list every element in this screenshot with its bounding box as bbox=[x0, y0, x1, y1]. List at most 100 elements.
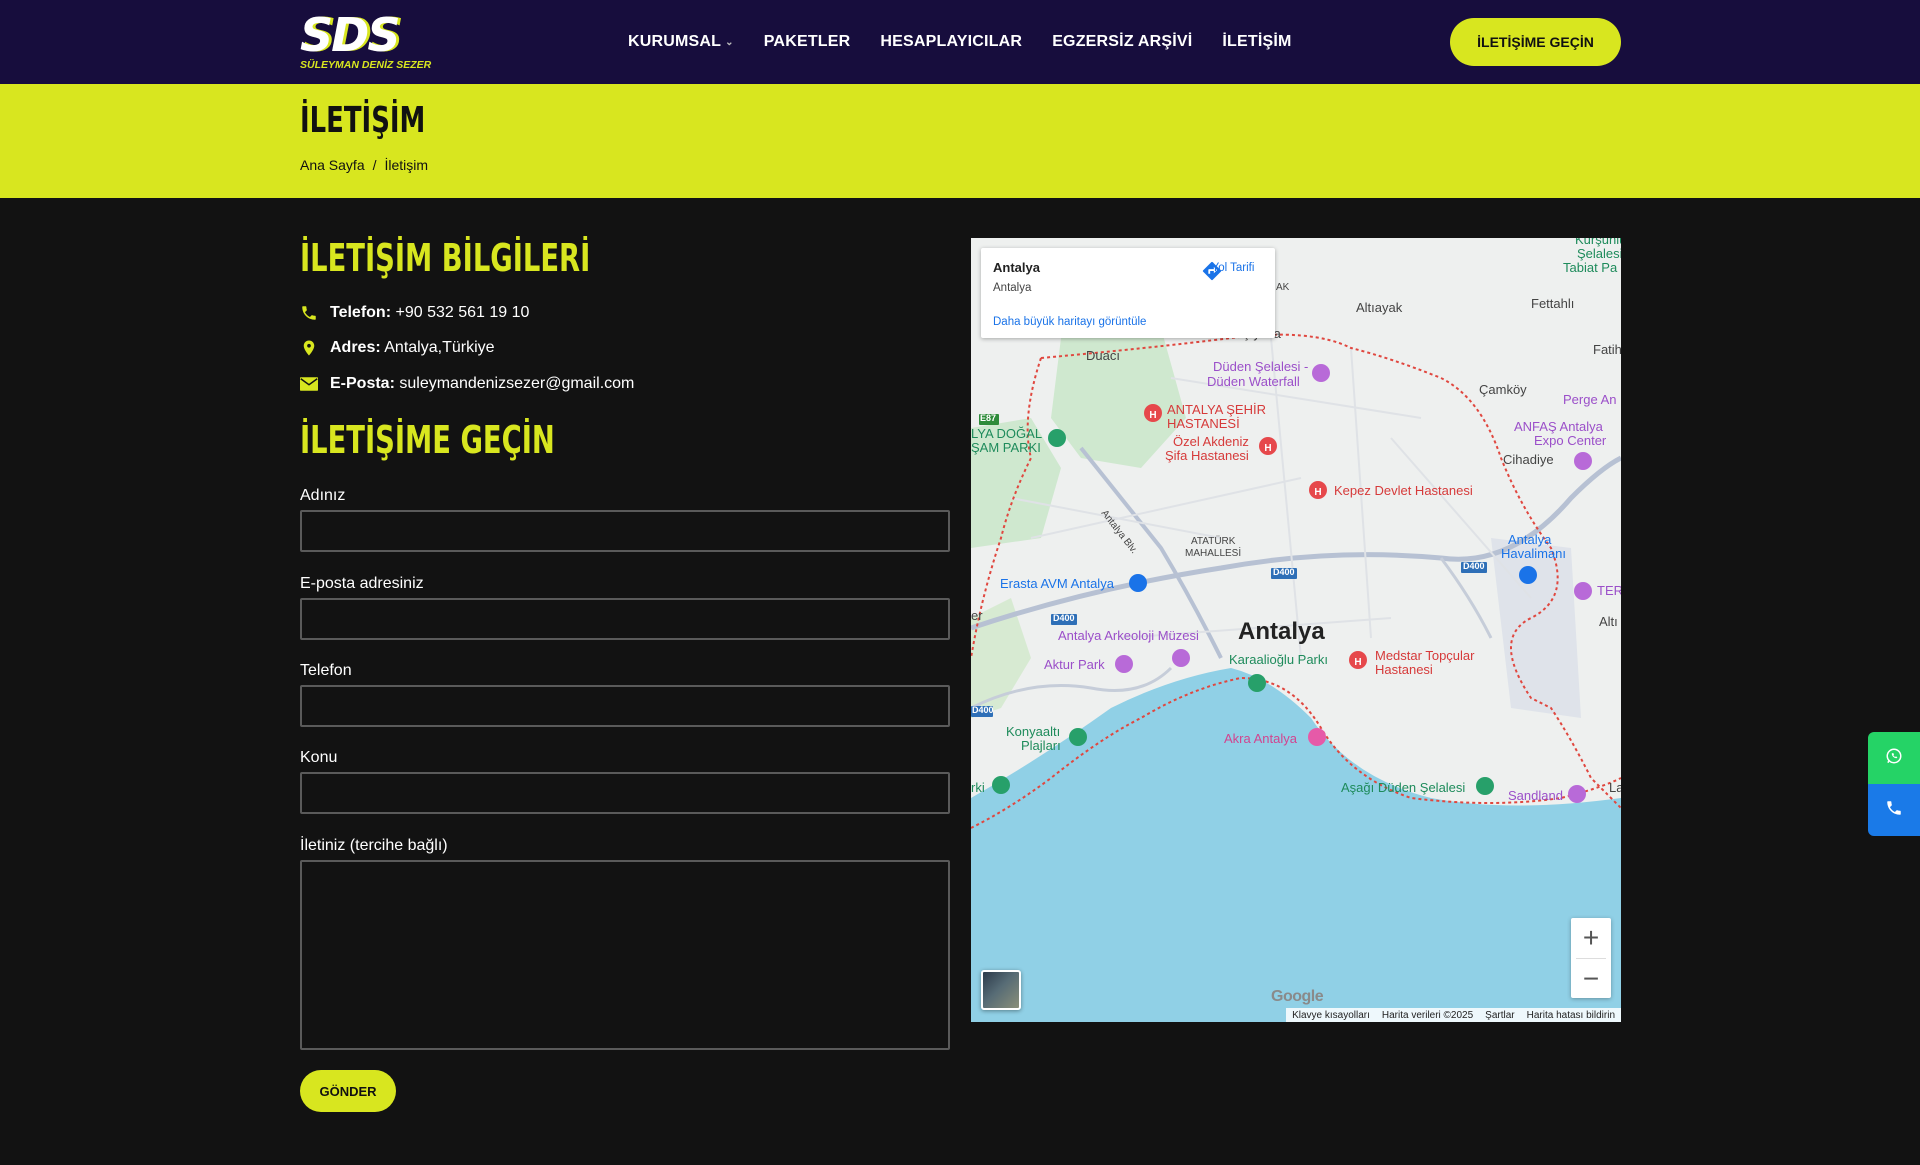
page-title: İLETİŞİM bbox=[300, 100, 426, 141]
contact-address-row: Adres: Antalya,Türkiye bbox=[300, 339, 495, 357]
nav-item-label: KURUMSAL bbox=[628, 33, 722, 50]
map-place-subtitle: Antalya bbox=[993, 282, 1032, 294]
header-contact-button[interactable]: İLETİŞİME GEÇİN bbox=[1450, 18, 1621, 66]
logo-subtitle: SÜLEYMAN DENİZ SEZER bbox=[300, 59, 432, 71]
address-label: Adres: bbox=[330, 339, 381, 356]
map-label: Fettahlı bbox=[1531, 296, 1575, 311]
map-place-title: Antalya bbox=[993, 260, 1040, 275]
phone-icon bbox=[300, 304, 318, 322]
phone-icon bbox=[1885, 799, 1903, 822]
map-label: ANTALYA ŞEHİR bbox=[1167, 402, 1266, 417]
submit-button[interactable]: GÖNDER bbox=[300, 1070, 396, 1112]
nav-item-kurumsal[interactable]: KURUMSAL ⌄ bbox=[628, 33, 734, 51]
zoom-out-button[interactable]: − bbox=[1571, 959, 1611, 999]
map-label: Altıayak bbox=[1356, 300, 1403, 315]
map-label: Konyaaltı bbox=[1006, 724, 1061, 739]
map-label: Antalya bbox=[1508, 532, 1552, 547]
email-label: E-Posta: bbox=[330, 375, 395, 392]
phone-label: Telefon: bbox=[330, 304, 392, 321]
map-label: ŞAM PARKI bbox=[971, 440, 1041, 455]
nav-item-paketler[interactable]: PAKETLER bbox=[764, 33, 851, 51]
nav-item-label: HESAPLAYICILAR bbox=[880, 33, 1023, 50]
road-label: D400 bbox=[972, 705, 994, 715]
location-pin-icon bbox=[300, 339, 318, 357]
chevron-down-icon: ⌄ bbox=[725, 36, 734, 48]
larger-map-link[interactable]: Daha büyük haritayı görüntüle bbox=[993, 316, 1146, 328]
map-data-attribution: Harita verileri ©2025 bbox=[1381, 1009, 1474, 1021]
report-map-error-link[interactable]: Harita hatası bildirin bbox=[1527, 1010, 1615, 1021]
map-label: Fatih bbox=[1593, 342, 1621, 357]
map-label: LYA DOĞAL bbox=[971, 426, 1043, 441]
map-label: Aktur Park bbox=[1044, 657, 1105, 672]
subject-field-label: Konu bbox=[300, 749, 338, 766]
keyboard-shortcuts-link[interactable]: Klavye kısayolları bbox=[1292, 1010, 1370, 1021]
nav-item-label: EGZERSİZ ARŞİVİ bbox=[1052, 33, 1193, 50]
zoom-controls: + − bbox=[1571, 918, 1611, 998]
road-label: D400 bbox=[1463, 561, 1485, 571]
breadcrumb-current: İletişim bbox=[384, 157, 429, 173]
map-label: La bbox=[1609, 780, 1621, 795]
road-label: D400 bbox=[1273, 567, 1295, 577]
whatsapp-icon bbox=[1885, 747, 1903, 770]
nav-item-label: İLETİŞİM bbox=[1222, 33, 1292, 50]
map-label: Şelalesi bbox=[1577, 246, 1621, 261]
svg-text:H: H bbox=[1264, 443, 1271, 454]
message-field[interactable] bbox=[300, 860, 950, 1050]
phone-field[interactable] bbox=[300, 685, 950, 727]
map-label: AK bbox=[1276, 282, 1290, 293]
map-label: Kepez Devlet Hastanesi bbox=[1334, 483, 1473, 498]
name-field-label: Adınız bbox=[300, 487, 346, 504]
contact-email-row: E-Posta: suleymandenizsezer@gmail.com bbox=[300, 375, 634, 393]
email-field[interactable] bbox=[300, 598, 950, 640]
map-label: Düden Waterfall bbox=[1207, 374, 1300, 389]
map-label: MAHALLESİ bbox=[1185, 548, 1242, 559]
terms-link[interactable]: Şartlar bbox=[1485, 1010, 1514, 1021]
contact-form-heading: İLETİŞİME GEÇİN bbox=[300, 418, 555, 462]
name-field[interactable] bbox=[300, 510, 950, 552]
envelope-icon bbox=[300, 375, 318, 393]
road-label: E87 bbox=[980, 413, 997, 423]
map-label: Antalya Arkeoloji Müzesi bbox=[1058, 628, 1199, 643]
contact-info-heading: İLETİŞİM BİLGİLERİ bbox=[300, 236, 591, 280]
map-label: Expo Center bbox=[1534, 433, 1607, 448]
nav-item-iletisim[interactable]: İLETİŞİM bbox=[1222, 33, 1291, 51]
map-label: Plajları bbox=[1021, 738, 1061, 753]
map-label: Çamköy bbox=[1479, 382, 1527, 397]
subject-field[interactable] bbox=[300, 772, 950, 814]
whatsapp-button[interactable] bbox=[1868, 732, 1920, 784]
map-embed[interactable]: H H H H Altıayak Fettahlı Fatih Karşıyak… bbox=[971, 238, 1621, 1022]
satellite-layer-toggle[interactable] bbox=[981, 970, 1021, 1010]
map-label: Altı bbox=[1599, 614, 1618, 629]
main-nav: KURUMSAL ⌄ PAKETLER HESAPLAYICILAR EGZER… bbox=[628, 0, 1292, 84]
zoom-in-button[interactable]: + bbox=[1571, 918, 1611, 958]
map-label: Perge An bbox=[1563, 392, 1617, 407]
site-header: SDS SÜLEYMAN DENİZ SEZER KURUMSAL ⌄ PAKE… bbox=[0, 0, 1920, 84]
map-label: Tabiat Pa bbox=[1563, 260, 1618, 275]
email-value[interactable]: suleymandenizsezer@gmail.com bbox=[399, 375, 634, 392]
nav-item-label: PAKETLER bbox=[763, 33, 851, 50]
plus-icon: + bbox=[1582, 922, 1600, 953]
phone-call-button[interactable] bbox=[1868, 784, 1920, 836]
nav-item-egzersiz-arsivi[interactable]: EGZERSİZ ARŞİVİ bbox=[1052, 33, 1192, 51]
logo-mark: SDS bbox=[300, 8, 400, 62]
breadcrumb: Ana Sayfa / İletişim bbox=[300, 157, 428, 173]
map-label: ATATÜRK bbox=[1191, 536, 1236, 547]
map-label: Düden Şelalesi - bbox=[1213, 359, 1309, 374]
nav-item-hesaplayicilar[interactable]: HESAPLAYICILAR bbox=[880, 33, 1022, 51]
map-label: Cihadiye bbox=[1503, 452, 1554, 467]
phone-value: +90 532 561 19 10 bbox=[395, 304, 530, 321]
map-label: Medstar Topçular bbox=[1375, 648, 1475, 663]
breadcrumb-home-link[interactable]: Ana Sayfa bbox=[300, 157, 365, 173]
map-label: Karaalioğlu Parkı bbox=[1229, 652, 1328, 667]
map-label: rki bbox=[971, 780, 985, 795]
page-title-band bbox=[0, 84, 1920, 198]
svg-text:H: H bbox=[1354, 657, 1361, 668]
google-logo: Google bbox=[1271, 988, 1324, 1005]
map-label: Özel Akdeniz bbox=[1173, 434, 1249, 449]
directions-button[interactable]: Yol Tarifi bbox=[1201, 260, 1265, 300]
site-logo[interactable]: SDS SÜLEYMAN DENİZ SEZER bbox=[300, 8, 452, 71]
message-field-label: İletiniz (tercihe bağlı) bbox=[300, 837, 448, 854]
map-label: er bbox=[971, 608, 983, 623]
road-label: D400 bbox=[1053, 613, 1075, 623]
svg-text:H: H bbox=[1314, 487, 1321, 498]
